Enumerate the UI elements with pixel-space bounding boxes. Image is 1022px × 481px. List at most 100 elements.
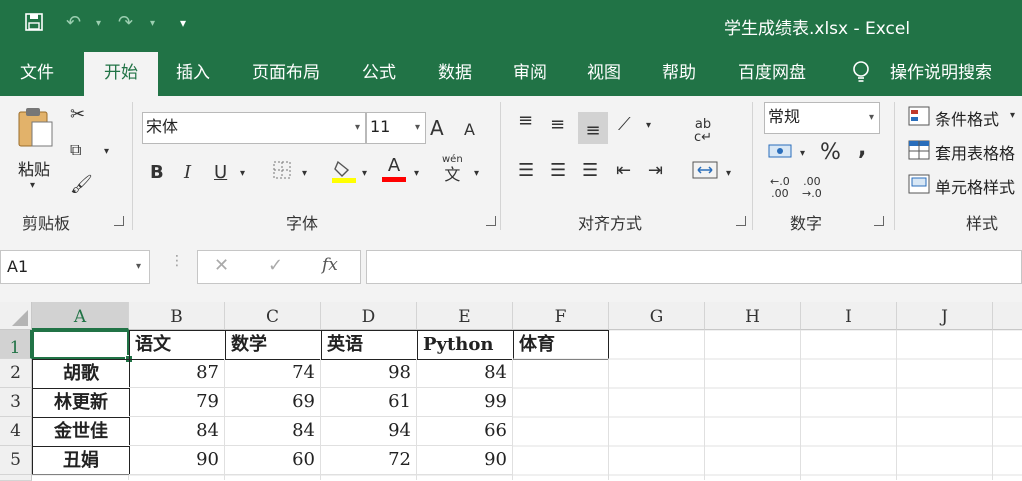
conditional-dropdown-icon[interactable]: ▾ bbox=[1010, 110, 1015, 121]
format-as-table-icon[interactable] bbox=[908, 140, 930, 165]
orientation-icon[interactable]: ⟋ bbox=[618, 114, 631, 135]
comma-style-icon[interactable]: , bbox=[858, 136, 866, 161]
column-header-a[interactable]: A bbox=[32, 302, 129, 330]
phonetic-guide-icon[interactable]: wén 文 bbox=[442, 154, 463, 184]
font-launcher-icon[interactable] bbox=[486, 216, 496, 226]
align-left-icon[interactable]: ☰ bbox=[518, 160, 534, 181]
chevron-down-icon[interactable]: ▾ bbox=[869, 103, 874, 133]
redo-icon[interactable]: ↷ bbox=[118, 12, 133, 33]
tab-data[interactable]: 数据 bbox=[438, 50, 472, 96]
cut-icon[interactable]: ✂ bbox=[70, 104, 85, 125]
percent-style-icon[interactable]: % bbox=[820, 140, 841, 165]
select-all-corner[interactable] bbox=[0, 302, 32, 330]
redo-dropdown-icon[interactable]: ▾ bbox=[150, 18, 155, 29]
cell-styles-button[interactable]: 单元格样式 bbox=[935, 174, 1015, 198]
merge-dropdown-icon[interactable]: ▾ bbox=[726, 168, 731, 179]
splitter-icon[interactable]: ⋮ bbox=[170, 254, 184, 268]
decrease-decimal-icon[interactable]: .00 →.0 bbox=[802, 176, 822, 200]
ribbon-tabs: 文件 开始 插入 页面布局 公式 数据 审阅 视图 帮助 百度网盘 操作说明搜索 bbox=[0, 50, 1022, 96]
copy-icon[interactable]: ⧉ bbox=[70, 140, 81, 160]
increase-indent-icon[interactable]: ⇥ bbox=[648, 160, 663, 181]
save-icon[interactable] bbox=[24, 12, 44, 37]
font-color-icon[interactable]: A bbox=[382, 156, 406, 182]
align-top-icon[interactable]: ≡ bbox=[518, 110, 533, 131]
insert-function-icon[interactable]: fx bbox=[322, 255, 338, 275]
tab-home[interactable]: 开始 bbox=[84, 52, 158, 96]
wrap-text-icon[interactable]: ab c↵ bbox=[694, 118, 712, 144]
column-header-h[interactable]: H bbox=[705, 302, 801, 330]
format-as-table-button[interactable]: 套用表格格 bbox=[935, 140, 1015, 164]
copy-dropdown-icon[interactable]: ▾ bbox=[104, 146, 109, 157]
font-color-dropdown-icon[interactable]: ▾ bbox=[414, 168, 419, 179]
paste-label[interactable]: 粘贴 bbox=[18, 156, 50, 180]
bold-button[interactable]: B bbox=[150, 162, 164, 183]
enter-icon[interactable]: ✓ bbox=[268, 255, 283, 276]
customize-icon[interactable]: ▾ bbox=[180, 16, 186, 30]
column-header-f[interactable]: F bbox=[513, 302, 609, 330]
column-header-b[interactable]: B bbox=[129, 302, 225, 330]
phonetic-dropdown-icon[interactable]: ▾ bbox=[474, 168, 479, 179]
format-painter-icon[interactable]: 🖌 bbox=[70, 174, 93, 195]
number-format-box[interactable]: 常规 ▾ bbox=[764, 102, 880, 134]
cell-styles-icon[interactable] bbox=[908, 174, 930, 199]
align-center-icon[interactable]: ☰ bbox=[550, 160, 566, 181]
tab-page-layout[interactable]: 页面布局 bbox=[252, 50, 320, 96]
tell-me-search[interactable]: 操作说明搜索 bbox=[890, 50, 992, 96]
chevron-down-icon[interactable]: ▾ bbox=[136, 251, 141, 283]
accounting-dropdown-icon[interactable]: ▾ bbox=[800, 148, 805, 159]
undo-dropdown-icon[interactable]: ▾ bbox=[96, 18, 101, 29]
column-header-i[interactable]: I bbox=[801, 302, 897, 330]
lightbulb-icon[interactable] bbox=[852, 50, 870, 96]
underline-dropdown-icon[interactable]: ▾ bbox=[240, 168, 245, 179]
column-header-d[interactable]: D bbox=[321, 302, 417, 330]
fill-color-dropdown-icon[interactable]: ▾ bbox=[362, 168, 367, 179]
merge-center-icon[interactable] bbox=[692, 160, 718, 185]
column-header-c[interactable]: C bbox=[225, 302, 321, 330]
grow-font-icon[interactable]: A bbox=[430, 116, 444, 140]
tab-help[interactable]: 帮助 bbox=[662, 50, 696, 96]
fill-color-icon[interactable] bbox=[332, 158, 356, 189]
formula-input[interactable] bbox=[366, 250, 1022, 284]
chevron-down-icon[interactable]: ▾ bbox=[415, 113, 420, 143]
tab-file[interactable]: 文件 bbox=[20, 50, 54, 96]
tab-view[interactable]: 视图 bbox=[587, 50, 621, 96]
paste-icon[interactable] bbox=[16, 106, 56, 155]
cancel-icon[interactable]: ✕ bbox=[214, 255, 229, 276]
column-header-g[interactable]: G bbox=[609, 302, 705, 330]
tab-baidu-netdisk[interactable]: 百度网盘 bbox=[738, 50, 806, 96]
clipboard-launcher-icon[interactable] bbox=[114, 216, 124, 226]
number-launcher-icon[interactable] bbox=[874, 216, 884, 226]
column-header-partial[interactable] bbox=[993, 302, 1022, 330]
formula-bar: A1 ▾ ⋮ ✕ ✓ fx bbox=[0, 236, 1022, 302]
shrink-font-icon[interactable]: A bbox=[464, 120, 475, 139]
chevron-down-icon[interactable]: ▾ bbox=[355, 113, 360, 143]
font-name-box[interactable]: 宋体 ▾ bbox=[142, 112, 366, 144]
align-bottom-icon[interactable]: ≡ bbox=[578, 112, 608, 144]
borders-dropdown-icon[interactable]: ▾ bbox=[302, 168, 307, 179]
decrease-indent-icon[interactable]: ⇤ bbox=[616, 160, 631, 181]
column-header-e[interactable]: E bbox=[417, 302, 513, 330]
orientation-dropdown-icon[interactable]: ▾ bbox=[646, 120, 651, 131]
tab-insert[interactable]: 插入 bbox=[176, 50, 210, 96]
conditional-formatting-icon[interactable] bbox=[908, 106, 930, 131]
align-middle-icon[interactable]: ≡ bbox=[550, 114, 565, 135]
paste-dropdown-icon[interactable]: ▾ bbox=[30, 180, 35, 191]
conditional-formatting-button[interactable]: 条件格式 bbox=[935, 106, 999, 130]
group-separator bbox=[500, 102, 501, 230]
tab-formulas[interactable]: 公式 bbox=[362, 50, 396, 96]
font-size-value: 11 bbox=[370, 117, 391, 136]
alignment-launcher-icon[interactable] bbox=[736, 216, 746, 226]
font-size-box[interactable]: 11 ▾ bbox=[366, 112, 426, 144]
increase-decimal-icon[interactable]: ←.0.00 bbox=[770, 176, 790, 200]
name-box[interactable]: A1 ▾ bbox=[0, 250, 150, 284]
underline-button[interactable]: U bbox=[214, 162, 227, 183]
formula-buttons: ✕ ✓ fx bbox=[197, 250, 361, 284]
undo-icon[interactable]: ↶ bbox=[66, 12, 81, 33]
italic-button[interactable]: I bbox=[184, 162, 191, 183]
align-right-icon[interactable]: ☰ bbox=[582, 160, 598, 181]
tab-review[interactable]: 审阅 bbox=[513, 50, 547, 96]
borders-icon[interactable] bbox=[272, 160, 292, 185]
window-title: 学生成绩表.xlsx - Excel bbox=[724, 19, 911, 39]
column-header-j[interactable]: J bbox=[897, 302, 993, 330]
accounting-format-icon[interactable] bbox=[768, 142, 794, 167]
